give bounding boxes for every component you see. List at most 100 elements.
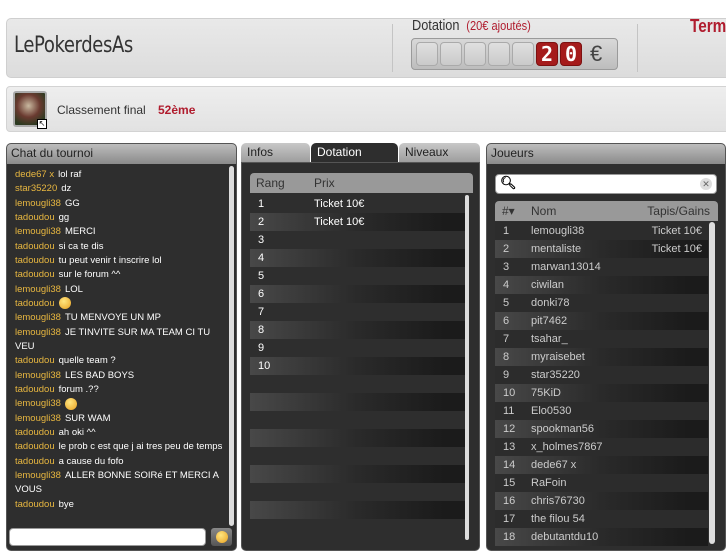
tab-niveaux[interactable]: Niveaux (399, 143, 480, 163)
player-rank: 10 (503, 387, 516, 399)
chat-author[interactable]: lemougli38 (15, 398, 61, 409)
chat-author[interactable]: tadoudou (15, 441, 55, 452)
player-row[interactable]: 16 chris76730 (495, 492, 708, 510)
chat-author[interactable]: tadoudou (15, 269, 55, 280)
dotation-row (250, 501, 465, 519)
player-name: 75KiD (531, 387, 561, 399)
chat-text: TU MENVOYE UN MP (64, 312, 162, 324)
chat-title: Chat du tournoi (7, 144, 236, 164)
dotation-row: 7 (250, 303, 465, 321)
player-rank: 8 (503, 351, 510, 363)
dotation-label: Dotation (20€ ajoutés) (412, 17, 531, 34)
dotation-scrollbar[interactable] (465, 195, 469, 540)
chat-author[interactable]: lemougli38 (15, 226, 61, 237)
search-input[interactable] (518, 177, 693, 191)
chat-author[interactable]: tadoudou (15, 212, 55, 223)
rank-cell: 7 (258, 306, 265, 318)
digit (488, 42, 510, 66)
col-rang[interactable]: Rang (256, 176, 285, 190)
chat-message: lemougli38 LOL (15, 283, 225, 297)
clear-icon[interactable]: ✕ (700, 178, 712, 190)
digit (512, 42, 534, 66)
rank-cell: 10 (258, 360, 271, 372)
chat-author[interactable]: lemougli38 (15, 327, 61, 338)
chat-author[interactable]: dede67 x (15, 169, 54, 180)
chat-text: dz (61, 183, 72, 195)
chat-author[interactable]: tadoudou (15, 255, 55, 266)
player-row[interactable]: 17 the filou 54 (495, 510, 708, 528)
player-row[interactable]: 1 lemougli38 Ticket 10€ (495, 222, 708, 240)
player-row[interactable]: 6 pit7462 (495, 312, 708, 330)
chat-author[interactable]: tadoudou (15, 298, 55, 309)
player-rank: 11 (503, 405, 515, 417)
rank-cell: 6 (258, 288, 265, 300)
player-name: pit7462 (531, 315, 568, 327)
tongue-emoji-icon (58, 297, 71, 310)
prize-cell: Ticket 10€ (314, 216, 365, 228)
player-name: ciwilan (531, 279, 565, 291)
chat-author[interactable]: tadoudou (15, 427, 55, 438)
player-name: RaFoin (531, 477, 567, 489)
player-name: mentaliste (531, 243, 582, 255)
chat-text: le prob c est que j ai tres peu de temps (58, 441, 223, 453)
player-rank: 15 (503, 477, 516, 489)
col-rank[interactable]: #▾ (502, 204, 515, 218)
tab-dotation[interactable]: Dotation (311, 143, 398, 164)
player-row[interactable]: 13 x_holmes7867 (495, 438, 708, 456)
player-row[interactable]: 2 mentaliste Ticket 10€ (495, 240, 708, 258)
col-prix[interactable]: Prix (314, 176, 335, 190)
chat-author[interactable]: lemougli38 (15, 284, 61, 295)
col-name[interactable]: Nom (531, 204, 556, 218)
tab-infos[interactable]: Infos (241, 143, 310, 163)
chat-author[interactable]: lemougli38 (15, 312, 61, 323)
chat-author[interactable]: lemougli38 (15, 470, 61, 481)
chat-author[interactable]: tadoudou (15, 456, 55, 467)
chat-message: lemougli38 ALLER BONNE SOIRé ET MERCI A V… (15, 469, 225, 498)
player-search[interactable]: 🔍︎ ✕ (495, 174, 717, 194)
player-row[interactable]: 11 Elo0530 (495, 402, 708, 420)
chat-message: lemougli38 SUR WAM (15, 412, 225, 426)
player-row[interactable]: 18 debutantdu10 (495, 528, 708, 546)
player-row[interactable]: 4 ciwilan (495, 276, 708, 294)
player-row[interactable]: 12 spookman56 (495, 420, 708, 438)
chat-scrollbar[interactable] (229, 166, 234, 526)
chat-author[interactable]: tadoudou (15, 355, 55, 366)
player-name: star35220 (531, 369, 580, 381)
digit (464, 42, 486, 66)
player-row[interactable]: 8 myraisebet (495, 348, 708, 366)
chat-input[interactable] (9, 528, 206, 546)
digit: 0 (560, 42, 582, 66)
player-rank: 17 (503, 513, 516, 525)
player-row[interactable]: 7 tsahar_ (495, 330, 708, 348)
chat-author[interactable]: tadoudou (15, 241, 55, 252)
player-row[interactable]: 14 dede67 x (495, 456, 708, 474)
chat-author[interactable]: lemougli38 (15, 198, 61, 209)
chat-author[interactable]: lemougli38 (15, 413, 61, 424)
chat-message: lemougli38 GG (15, 197, 225, 211)
player-rank: 5 (503, 297, 510, 309)
player-rank: 1 (503, 225, 510, 237)
chat-author[interactable]: tadoudou (15, 384, 55, 395)
digit (440, 42, 462, 66)
player-row[interactable]: 3 marwan13014 (495, 258, 708, 276)
dotation-row: 2 Ticket 10€ (250, 213, 465, 231)
chat-author[interactable]: tadoudou (15, 499, 55, 510)
player-rank: 9 (503, 369, 510, 381)
chat-message: lemougli38 TU MENVOYE UN MP (15, 311, 225, 325)
chat-text: tu peut venir t inscrire lol (58, 254, 162, 266)
emoji-button[interactable] (211, 528, 232, 546)
dotation-row (250, 465, 465, 483)
player-row[interactable]: 5 donki78 (495, 294, 708, 312)
player-row[interactable]: 9 star35220 (495, 366, 708, 384)
chat-author[interactable]: star35220 (15, 183, 57, 194)
col-chips[interactable]: Tapis/Gains (647, 204, 710, 218)
dotation-row: 5 (250, 267, 465, 285)
players-scrollbar[interactable] (709, 222, 715, 544)
chat-message: dede67 x lol raf (15, 168, 225, 182)
player-name: Elo0530 (531, 405, 572, 417)
player-row[interactable]: 10 75KiD (495, 384, 708, 402)
player-rank: 6 (503, 315, 510, 327)
player-row[interactable]: 15 RaFoin (495, 474, 708, 492)
chat-text: LES BAD BOYS (64, 369, 135, 381)
chat-author[interactable]: lemougli38 (15, 370, 61, 381)
